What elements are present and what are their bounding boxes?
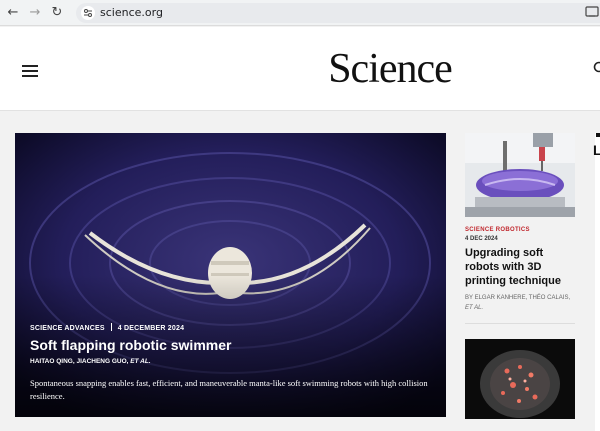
side-et-al: ET AL.: [465, 305, 484, 311]
hero-authors: HAITAO QING, JIACHENG GUO, ET AL.: [30, 358, 151, 365]
cast-icon[interactable]: [585, 5, 599, 19]
next-column-heading: L: [593, 142, 600, 158]
hero-journal[interactable]: SCIENCE ADVANCES: [30, 325, 105, 332]
side-article-thumbnail[interactable]: [465, 133, 575, 217]
hero-article[interactable]: SCIENCE ADVANCES 4 DECEMBER 2024 Soft fla…: [15, 133, 446, 417]
side-article-title[interactable]: Upgrading soft robots with 3D printing t…: [465, 246, 575, 288]
site-header: Science: [0, 27, 600, 111]
site-logo[interactable]: Science: [0, 45, 600, 93]
side-author-list: BY ELGAR KANHERE, THÉO CALAIS,: [465, 295, 571, 301]
url-text[interactable]: science.org: [100, 6, 163, 19]
browser-toolbar: ← → ↻ science.org: [0, 0, 600, 26]
search-icon[interactable]: [593, 61, 600, 75]
divider: [465, 323, 575, 324]
hero-title[interactable]: Soft flapping robotic swimmer: [30, 337, 231, 353]
hero-description: Spontaneous snapping enables fast, effic…: [30, 378, 428, 401]
side-article-2-thumbnail[interactable]: [465, 339, 575, 419]
edge-bar: [596, 133, 600, 137]
side-article-journal[interactable]: SCIENCE ROBOTICS: [465, 227, 530, 233]
next-column-peek: [595, 133, 600, 431]
arrow-right-icon[interactable]: →: [26, 4, 44, 22]
site-info-icon[interactable]: [81, 6, 95, 20]
hero-et-al: ET AL.: [130, 358, 151, 365]
side-article-date: 4 DEC 2024: [465, 236, 498, 242]
hero-image: [15, 133, 446, 417]
hero-author-list: HAITAO QING, JIACHENG GUO,: [30, 358, 129, 365]
side-article-authors: BY ELGAR KANHERE, THÉO CALAIS, ET AL.: [465, 293, 577, 313]
hero-meta: SCIENCE ADVANCES 4 DECEMBER 2024: [30, 323, 184, 332]
reload-icon[interactable]: ↻: [48, 4, 66, 22]
address-bar[interactable]: science.org: [76, 3, 600, 23]
hero-date: 4 DECEMBER 2024: [117, 325, 185, 332]
arrow-left-icon[interactable]: ←: [4, 4, 22, 22]
